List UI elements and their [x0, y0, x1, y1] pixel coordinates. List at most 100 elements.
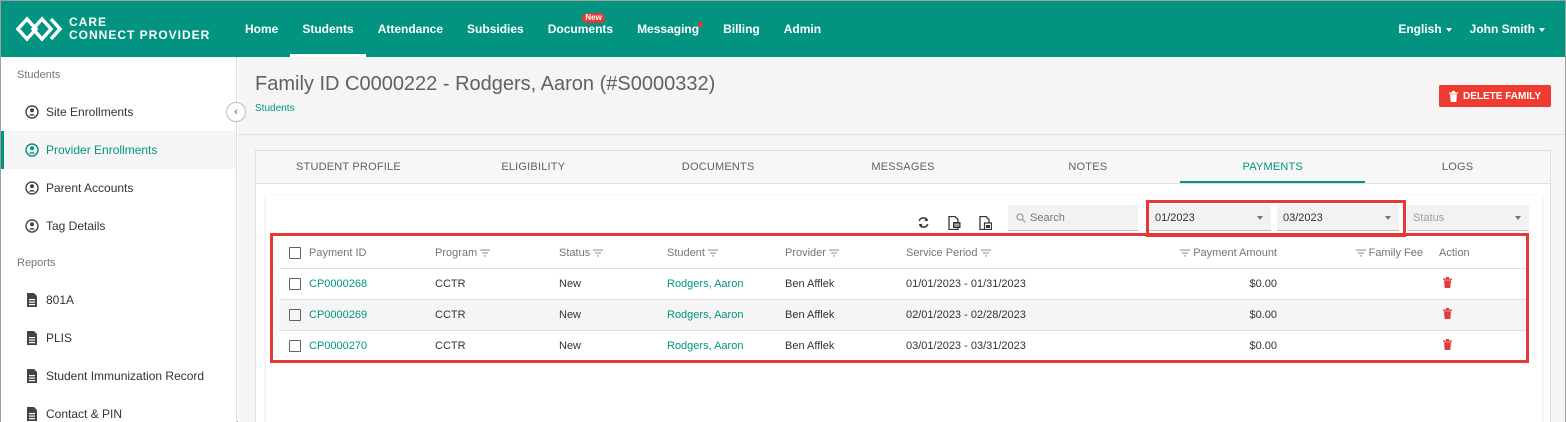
delete-family-button[interactable]: DELETE FAMILY — [1439, 85, 1551, 107]
search-field[interactable] — [1008, 205, 1138, 231]
sidebar-item-site-enrollments[interactable]: Site Enrollments — [1, 93, 236, 131]
main-nav: Home Students Attendance Subsidies Docum… — [233, 1, 833, 57]
nav-label: Home — [245, 22, 279, 36]
user-dropdown[interactable]: John Smith — [1458, 1, 1551, 57]
row-checkbox[interactable] — [289, 277, 301, 290]
sidebar-item-label: Site Enrollments — [46, 105, 134, 119]
student-link[interactable]: Rodgers, Aaron — [667, 278, 743, 290]
nav-billing[interactable]: Billing — [711, 1, 772, 57]
delete-row-trash-icon[interactable] — [1443, 276, 1452, 288]
export-file-icon[interactable] — [947, 215, 962, 230]
tab-documents[interactable]: DOCUMENTS — [626, 151, 811, 183]
filter-icon[interactable] — [980, 249, 991, 257]
tab-logs[interactable]: LOGS — [1365, 151, 1550, 183]
col-student[interactable]: Student — [667, 239, 785, 269]
status-cell: New — [559, 330, 667, 362]
family-fee-cell — [1285, 299, 1431, 331]
service-period-cell: 03/01/2023 - 03/31/2023 — [906, 330, 1076, 362]
from-month-select[interactable]: 01/2023 — [1149, 205, 1271, 231]
payments-table: Payment ID Program Status Student Provid… — [279, 239, 1527, 362]
tab-payments[interactable]: PAYMENTS — [1180, 151, 1366, 183]
status-placeholder: Status — [1413, 212, 1445, 224]
breadcrumb-students[interactable]: Students — [255, 103, 294, 114]
search-icon — [1016, 212, 1026, 223]
language-dropdown[interactable]: English — [1386, 1, 1457, 57]
nav-documents[interactable]: Documents New — [536, 1, 625, 57]
refresh-icon[interactable] — [916, 215, 931, 230]
delete-row-trash-icon[interactable] — [1443, 338, 1452, 350]
sidebar-item-contact-pin[interactable]: Contact & PIN — [1, 395, 236, 422]
status-cell: New — [559, 268, 667, 300]
sidebar-item-plis[interactable]: PLIS — [1, 319, 236, 357]
student-link[interactable]: Rodgers, Aaron — [667, 309, 743, 321]
from-month-value: 01/2023 — [1155, 212, 1195, 224]
col-status[interactable]: Status — [559, 239, 667, 269]
col-payment-amount[interactable]: Payment Amount — [1076, 239, 1285, 269]
sidebar-item-label: Provider Enrollments — [46, 143, 158, 157]
nav-messaging[interactable]: Messaging — [625, 1, 711, 57]
payment-id-link[interactable]: CP0000270 — [309, 340, 367, 352]
program-cell: CCTR — [435, 268, 559, 300]
nav-students[interactable]: Students — [290, 1, 366, 57]
brand-logo[interactable]: CARE CONNECT PROVIDER — [15, 16, 210, 42]
sidebar-item-label: Contact & PIN — [46, 407, 123, 421]
family-card: STUDENT PROFILE ELIGIBILITY DOCUMENTS ME… — [255, 150, 1551, 422]
col-family-fee[interactable]: Family Fee — [1285, 239, 1431, 269]
select-all-checkbox[interactable] — [289, 247, 301, 260]
filter-icon[interactable] — [593, 249, 604, 257]
filter-icon[interactable] — [1355, 249, 1366, 257]
nav-subsidies[interactable]: Subsidies — [455, 1, 536, 57]
program-cell: CCTR — [435, 330, 559, 362]
table-header-row: Payment ID Program Status Student Provid… — [279, 239, 1527, 269]
row-checkbox[interactable] — [289, 339, 301, 352]
filter-icon[interactable] — [828, 249, 839, 257]
nav-admin[interactable]: Admin — [772, 1, 833, 57]
search-input[interactable] — [1030, 211, 1130, 224]
status-cell: New — [559, 299, 667, 331]
sidebar-item-parent-accounts[interactable]: Parent Accounts — [1, 169, 236, 207]
tab-student-profile[interactable]: STUDENT PROFILE — [256, 151, 441, 183]
nav-home[interactable]: Home — [233, 1, 290, 57]
family-fee-cell — [1285, 330, 1431, 362]
service-period-cell: 02/01/2023 - 02/28/2023 — [906, 299, 1076, 331]
tab-notes[interactable]: NOTES — [995, 151, 1180, 183]
chevron-left-icon: ‹ — [234, 106, 238, 118]
logo-icon — [15, 16, 63, 42]
nav-attendance[interactable]: Attendance — [366, 1, 455, 57]
table-toolbar — [916, 215, 993, 230]
student-link[interactable]: Rodgers, Aaron — [667, 340, 743, 352]
select-all-cell — [279, 239, 309, 269]
status-select[interactable]: Status — [1407, 205, 1529, 231]
provider-cell: Ben Afflek — [785, 268, 906, 300]
filter-icon[interactable] — [480, 249, 491, 257]
to-month-select[interactable]: 03/2023 — [1277, 205, 1399, 231]
export-spreadsheet-icon[interactable] — [978, 215, 993, 230]
col-payment-id[interactable]: Payment ID — [309, 239, 435, 269]
tab-messages[interactable]: MESSAGES — [811, 151, 996, 183]
tab-eligibility[interactable]: ELIGIBILITY — [441, 151, 626, 183]
sidebar-item-801a[interactable]: 801A — [1, 281, 236, 319]
column-label: Program — [435, 247, 478, 260]
delete-family-label: DELETE FAMILY — [1463, 90, 1541, 102]
payment-amount-cell: $0.00 — [1076, 268, 1285, 300]
sidebar-item-provider-enrollments[interactable]: Provider Enrollments — [1, 131, 236, 169]
document-icon — [25, 293, 39, 307]
col-program[interactable]: Program — [435, 239, 559, 269]
sidebar-item-immunization-record[interactable]: Student Immunization Record — [1, 357, 236, 395]
sidebar-collapse-button[interactable]: ‹ — [226, 102, 246, 122]
col-service-period[interactable]: Service Period — [906, 239, 1076, 269]
payment-amount-cell: $0.00 — [1076, 330, 1285, 362]
delete-row-trash-icon[interactable] — [1443, 307, 1452, 319]
person-circle-icon — [25, 143, 39, 157]
sidebar-item-tag-details[interactable]: Tag Details — [1, 207, 236, 245]
filter-icon[interactable] — [1180, 249, 1191, 257]
nav-label: Documents — [547, 22, 614, 36]
column-label: Family Fee — [1368, 247, 1423, 260]
filter-icon[interactable] — [707, 249, 718, 257]
payment-id-link[interactable]: CP0000268 — [309, 278, 367, 290]
sidebar: Students Site Enrollments Provider Enrol… — [1, 57, 237, 422]
nav-label: Subsidies — [467, 22, 524, 36]
row-checkbox[interactable] — [289, 308, 301, 321]
col-provider[interactable]: Provider — [785, 239, 906, 269]
payment-id-link[interactable]: CP0000269 — [309, 309, 367, 321]
